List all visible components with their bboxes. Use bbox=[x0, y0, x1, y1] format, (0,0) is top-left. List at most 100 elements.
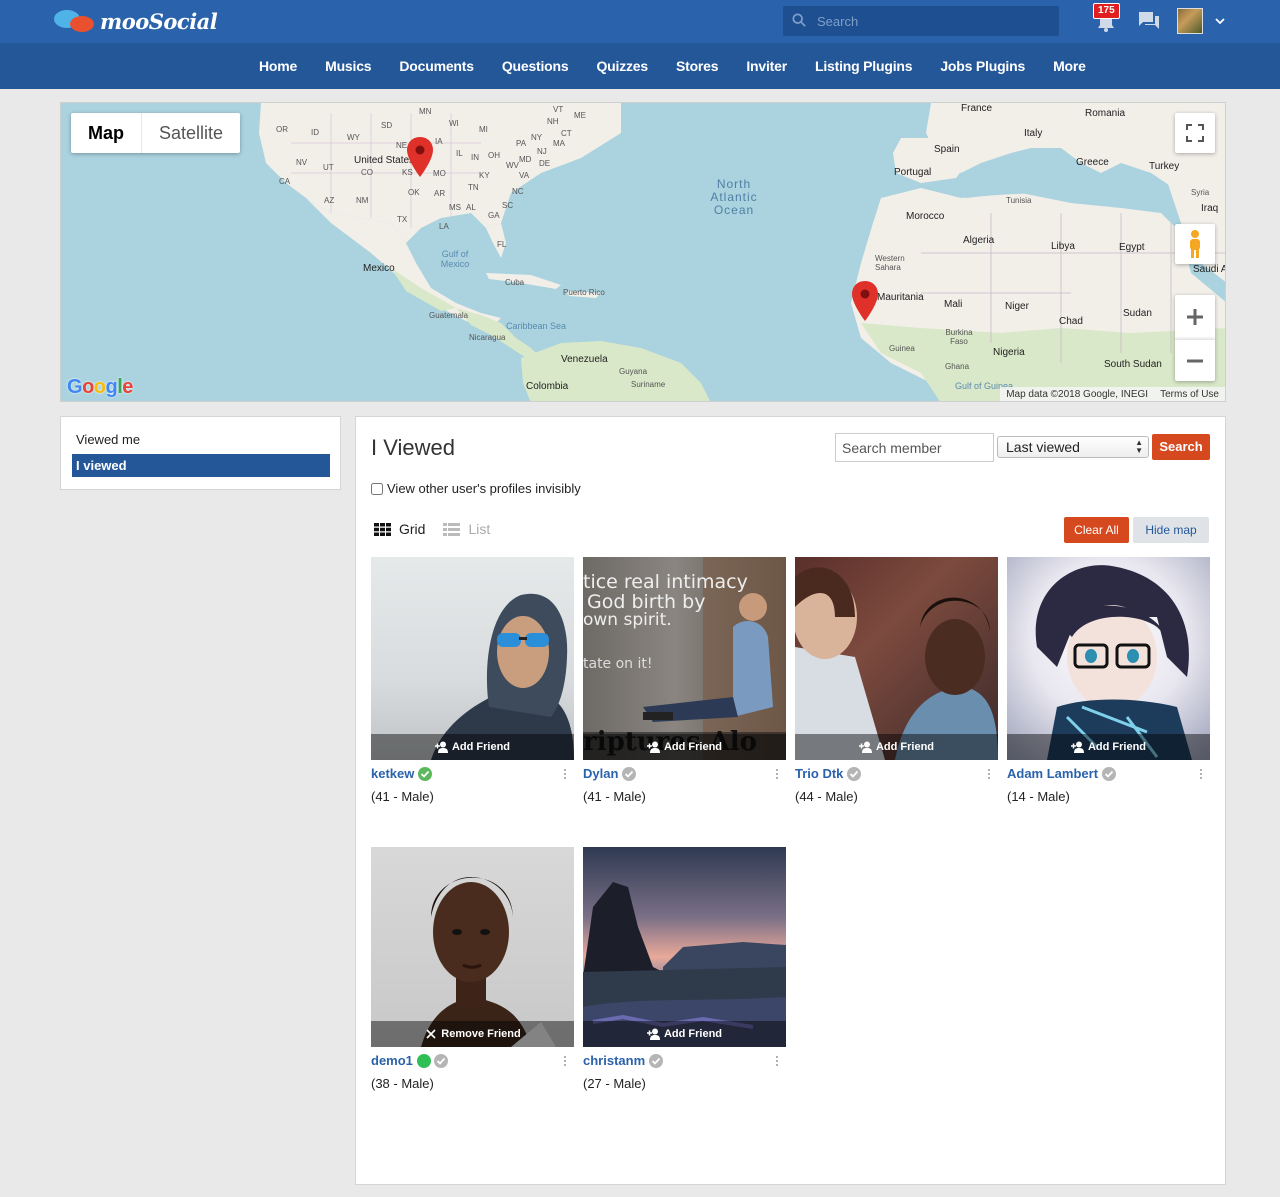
map-label-libya: Libya bbox=[1051, 241, 1075, 252]
grid-icon[interactable] bbox=[374, 522, 391, 536]
member-photo[interactable]: Add Friend bbox=[1007, 557, 1210, 760]
add-friend-label: Add Friend bbox=[663, 1028, 723, 1040]
map-label-burkina: Burkina Faso bbox=[945, 328, 973, 346]
map-state-code: VA bbox=[519, 171, 530, 180]
search-icon[interactable] bbox=[792, 13, 806, 27]
map-pin-icon[interactable] bbox=[852, 281, 878, 321]
map-state-code: CA bbox=[279, 177, 291, 186]
notification-badge[interactable]: 175 bbox=[1093, 3, 1120, 19]
add-friend-button[interactable]: Add Friend bbox=[583, 1021, 786, 1047]
view-list-label[interactable]: List bbox=[468, 521, 490, 537]
map-label-south-sudan: South Sudan bbox=[1104, 359, 1162, 370]
nav-item-quizzes[interactable]: Quizzes bbox=[582, 58, 662, 74]
member-name-link[interactable]: Trio Dtk bbox=[795, 766, 862, 781]
remove-friend-button[interactable]: Remove Friend bbox=[371, 1021, 574, 1047]
nav-item-jobs-plugins[interactable]: Jobs Plugins bbox=[926, 58, 1039, 74]
more-vertical-icon[interactable] bbox=[561, 1054, 569, 1068]
add-friend-button[interactable]: Add Friend bbox=[795, 734, 998, 760]
map-label-chad: Chad bbox=[1059, 316, 1083, 327]
member-photo[interactable]: tice real intimacy God birth by own spir… bbox=[583, 557, 786, 760]
member-name: christanm bbox=[583, 1053, 646, 1068]
map-state-code: NY bbox=[531, 133, 543, 142]
map-state-code: NC bbox=[512, 187, 524, 196]
member-photo[interactable]: Remove Friend bbox=[371, 847, 574, 1047]
more-vertical-icon[interactable] bbox=[561, 767, 569, 781]
member-photo[interactable]: Add Friend bbox=[583, 847, 786, 1047]
chat-icon[interactable] bbox=[1138, 11, 1160, 31]
select-arrows-icon: ▲ ▼ bbox=[1135, 438, 1143, 455]
member-name-link[interactable]: Adam Lambert bbox=[1007, 766, 1117, 781]
member-photo[interactable]: Add Friend bbox=[371, 557, 574, 760]
nav-item-musics[interactable]: Musics bbox=[311, 58, 385, 74]
global-search bbox=[783, 6, 1059, 36]
member-card: tice real intimacy God birth by own spir… bbox=[583, 557, 786, 807]
zoom-in-button[interactable] bbox=[1175, 295, 1215, 339]
more-vertical-icon[interactable] bbox=[773, 1054, 781, 1068]
clear-all-button[interactable]: Clear All bbox=[1064, 517, 1129, 543]
sort-select[interactable]: Last viewed ▲ ▼ bbox=[997, 436, 1149, 458]
hide-map-button[interactable]: Hide map bbox=[1133, 517, 1209, 543]
map-state-code: MN bbox=[419, 107, 432, 116]
add-friend-button[interactable]: Add Friend bbox=[583, 734, 786, 760]
member-photo[interactable]: Add Friend bbox=[795, 557, 998, 760]
map-state-code: GA bbox=[488, 211, 500, 220]
add-friend-icon bbox=[434, 741, 448, 753]
member-photo-image bbox=[795, 567, 998, 760]
nav-item-documents[interactable]: Documents bbox=[385, 58, 487, 74]
member-photo-image bbox=[583, 882, 786, 1047]
list-icon[interactable] bbox=[443, 522, 461, 536]
google-logo[interactable]: Google bbox=[67, 376, 133, 399]
nav-item-listing-plugins[interactable]: Listing Plugins bbox=[801, 58, 926, 74]
member-name-link[interactable]: Dylan bbox=[583, 766, 637, 781]
invisible-checkbox[interactable] bbox=[371, 482, 383, 495]
more-vertical-icon[interactable] bbox=[1197, 767, 1205, 781]
nav-item-stores[interactable]: Stores bbox=[662, 58, 732, 74]
map-label-us: United States bbox=[354, 155, 415, 166]
zoom-out-button[interactable] bbox=[1175, 339, 1215, 381]
global-search-input[interactable] bbox=[817, 6, 1047, 36]
map-state-code: ME bbox=[574, 111, 586, 120]
add-friend-button[interactable]: Add Friend bbox=[371, 734, 574, 760]
more-vertical-icon[interactable] bbox=[985, 767, 993, 781]
member-name-link[interactable]: christanm bbox=[583, 1053, 664, 1068]
sidebar-item-i-viewed[interactable]: I viewed bbox=[72, 454, 330, 477]
map-state-code: MS bbox=[449, 203, 461, 212]
member-name-link[interactable]: ketkew bbox=[371, 766, 433, 781]
chevron-down-icon[interactable] bbox=[1214, 15, 1226, 27]
map-state-code: ID bbox=[311, 128, 319, 137]
map-label-spain: Spain bbox=[934, 144, 960, 155]
map-state-code: IN bbox=[471, 153, 479, 162]
member-name: ketkew bbox=[371, 766, 415, 781]
map-state-code: LA bbox=[439, 222, 449, 231]
search-button[interactable]: Search bbox=[1152, 434, 1210, 460]
street-view-button[interactable] bbox=[1175, 224, 1215, 264]
nav-item-questions[interactable]: Questions bbox=[488, 58, 583, 74]
map-terms-link[interactable]: Terms of Use bbox=[1160, 389, 1219, 400]
photo-caption-line: tate on it! bbox=[583, 656, 653, 672]
nav-item-inviter[interactable]: Inviter bbox=[732, 58, 801, 74]
map-type-satellite-button[interactable]: Satellite bbox=[141, 113, 240, 153]
map-type-map-button[interactable]: Map bbox=[71, 113, 141, 153]
map-state-code: OK bbox=[408, 188, 420, 197]
user-avatar[interactable] bbox=[1177, 8, 1203, 34]
view-grid-label[interactable]: Grid bbox=[399, 521, 425, 537]
invisible-view-option[interactable]: View other user's profiles invisibly bbox=[371, 481, 581, 496]
map-label-venezuela: Venezuela bbox=[561, 354, 608, 365]
map-label-morocco: Morocco bbox=[906, 211, 945, 222]
more-vertical-icon[interactable] bbox=[773, 767, 781, 781]
sidebar-item-viewed-me[interactable]: Viewed me bbox=[72, 428, 330, 451]
map-pin-icon[interactable] bbox=[407, 137, 433, 177]
add-friend-button[interactable]: Add Friend bbox=[1007, 734, 1210, 760]
member-name-link[interactable]: demo1 bbox=[371, 1053, 448, 1068]
map-state-code: NM bbox=[356, 196, 369, 205]
fullscreen-button[interactable] bbox=[1175, 113, 1215, 153]
nav-item-home[interactable]: Home bbox=[245, 58, 311, 74]
site-logo[interactable]: mooSocial bbox=[54, 7, 218, 35]
zoom-in-icon bbox=[1187, 309, 1203, 325]
map-state-code: FL bbox=[497, 240, 507, 249]
add-friend-label: Add Friend bbox=[663, 741, 723, 753]
search-member-input[interactable] bbox=[835, 433, 994, 462]
member-map[interactable]: United States Mexico Cuba Puerto Rico Gu… bbox=[60, 102, 1226, 402]
verified-icon bbox=[418, 766, 433, 781]
nav-item-more[interactable]: More bbox=[1039, 58, 1100, 74]
